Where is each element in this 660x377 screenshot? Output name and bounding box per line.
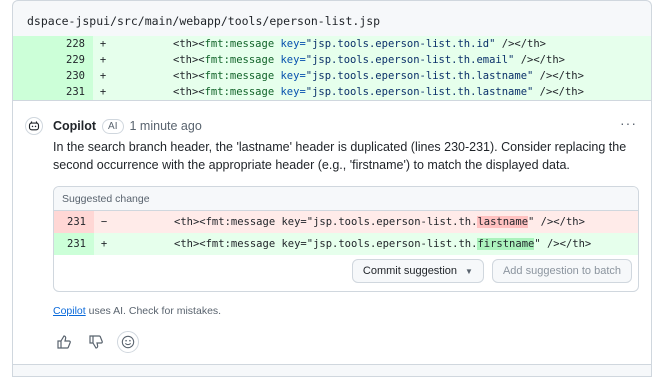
diff-hunk: 228 + <th><fmt:message key="jsp.tools.ep… <box>12 36 652 100</box>
line-number[interactable]: 228 <box>13 36 93 52</box>
comment-body: In the search branch header, the 'lastna… <box>53 140 627 172</box>
code: <th><fmt:message key="jsp.tools.eperson-… <box>173 38 546 50</box>
thumbs-up-icon[interactable] <box>53 331 75 353</box>
diff-line: 229 + <th><fmt:message key="jsp.tools.ep… <box>13 52 651 68</box>
added-line: 231 + <th><fmt:message key="jsp.tools.ep… <box>54 233 638 255</box>
author-name[interactable]: Copilot <box>53 119 96 133</box>
review-comment: Copilot AI 1 minute ago ··· In the searc… <box>12 100 652 365</box>
diff-line: 230 + <th><fmt:message key="jsp.tools.ep… <box>13 68 651 84</box>
file-path: dspace-jspui/src/main/webapp/tools/epers… <box>27 14 381 28</box>
thumbs-down-icon[interactable] <box>85 331 107 353</box>
line-number: 231 <box>54 233 94 255</box>
line-number: 231 <box>54 211 94 233</box>
code: <th><fmt:message key="jsp.tools.eperson-… <box>173 86 584 98</box>
line-number[interactable]: 230 <box>13 68 93 84</box>
comment-header: Copilot AI 1 minute ago <box>25 117 202 135</box>
ai-badge: AI <box>102 118 124 134</box>
suggestion-actions: Commit suggestion ▼ Add suggestion to bat… <box>351 259 632 283</box>
diff-sign: + <box>99 38 107 50</box>
add-to-batch-button[interactable]: Add suggestion to batch <box>491 259 632 283</box>
diff-sign: − <box>100 216 108 228</box>
suggested-change: Suggested change 231 − <th><fmt:message … <box>53 186 639 292</box>
copilot-icon[interactable] <box>25 117 43 135</box>
ai-disclaimer: Copilot uses AI. Check for mistakes. <box>53 305 222 317</box>
chevron-down-icon: ▼ <box>465 266 473 276</box>
suggested-change-title: Suggested change <box>54 187 638 211</box>
copilot-link[interactable]: Copilot <box>53 305 86 317</box>
line-number[interactable]: 229 <box>13 52 93 68</box>
feedback-reactions <box>53 331 139 353</box>
timestamp[interactable]: 1 minute ago <box>130 119 202 133</box>
more-options-icon[interactable]: ··· <box>620 115 637 131</box>
diff-sign: + <box>99 54 107 66</box>
code: <th><fmt:message key="jsp.tools.eperson-… <box>173 54 565 66</box>
removed-line: 231 − <th><fmt:message key="jsp.tools.ep… <box>54 211 638 233</box>
smiley-icon[interactable] <box>117 331 139 353</box>
line-number[interactable]: 231 <box>13 84 93 100</box>
diff-sign: + <box>100 238 108 250</box>
file-path-header: dspace-jspui/src/main/webapp/tools/epers… <box>12 0 652 36</box>
code: <th><fmt:message key="jsp.tools.eperson-… <box>174 238 592 250</box>
code: <th><fmt:message key="jsp.tools.eperson-… <box>174 216 585 228</box>
code: <th><fmt:message key="jsp.tools.eperson-… <box>173 70 584 82</box>
diff-line: 228 + <th><fmt:message key="jsp.tools.ep… <box>13 36 651 52</box>
commit-suggestion-button[interactable]: Commit suggestion ▼ <box>351 259 484 283</box>
diff-line: 231 + <th><fmt:message key="jsp.tools.ep… <box>13 84 651 100</box>
diff-sign: + <box>99 86 107 98</box>
diff-sign: + <box>99 70 107 82</box>
reply-area[interactable] <box>12 365 652 377</box>
